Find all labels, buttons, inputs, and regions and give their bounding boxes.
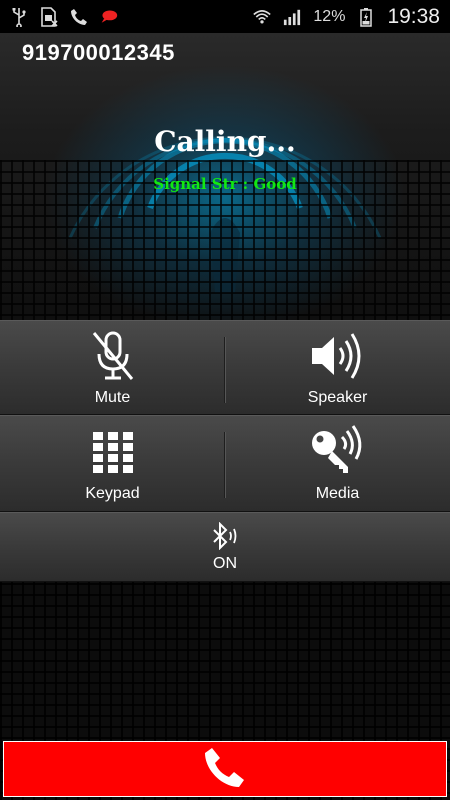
speaker-button[interactable]: Speaker — [225, 321, 450, 414]
chat-bubble-icon — [100, 8, 118, 26]
controls-row-3: ON — [0, 512, 450, 582]
speaker-icon — [308, 329, 368, 383]
battery-percent: 12% — [313, 7, 346, 25]
status-bar: 12% 19:38 — [0, 0, 450, 33]
media-key-icon — [308, 424, 368, 479]
media-button[interactable]: Media — [225, 416, 450, 511]
cell-signal-icon — [283, 8, 301, 26]
controls-row-2: Keypad Media — [0, 415, 450, 512]
usb-icon — [10, 7, 28, 27]
phone-call-icon — [70, 8, 88, 26]
call-status: Calling... — [154, 125, 296, 158]
muted-microphone-icon — [86, 329, 140, 383]
media-label: Media — [315, 484, 360, 502]
wifi-icon — [253, 8, 272, 26]
keypad-icon — [91, 425, 135, 479]
signal-strength: Signal Str : Good — [153, 175, 297, 193]
bluetooth-icon — [210, 521, 240, 551]
mute-label: Mute — [94, 388, 131, 406]
mute-button[interactable]: Mute — [0, 321, 225, 414]
end-call-button[interactable] — [3, 741, 447, 797]
phone-number: 919700012345 — [22, 40, 175, 65]
clock: 19:38 — [387, 4, 440, 28]
bluetooth-label: ON — [213, 555, 237, 572]
speaker-label: Speaker — [307, 388, 368, 406]
sim-card-icon — [40, 6, 58, 27]
controls-row-1: Mute Speaker — [0, 320, 450, 415]
battery-icon — [357, 7, 375, 27]
end-call-phone-icon — [203, 745, 247, 794]
notification-icons — [10, 6, 118, 27]
system-icons: 12% 19:38 — [253, 5, 440, 29]
keypad-button[interactable]: Keypad — [0, 416, 225, 511]
bluetooth-button[interactable]: ON — [0, 513, 450, 581]
keypad-label: Keypad — [85, 484, 140, 502]
